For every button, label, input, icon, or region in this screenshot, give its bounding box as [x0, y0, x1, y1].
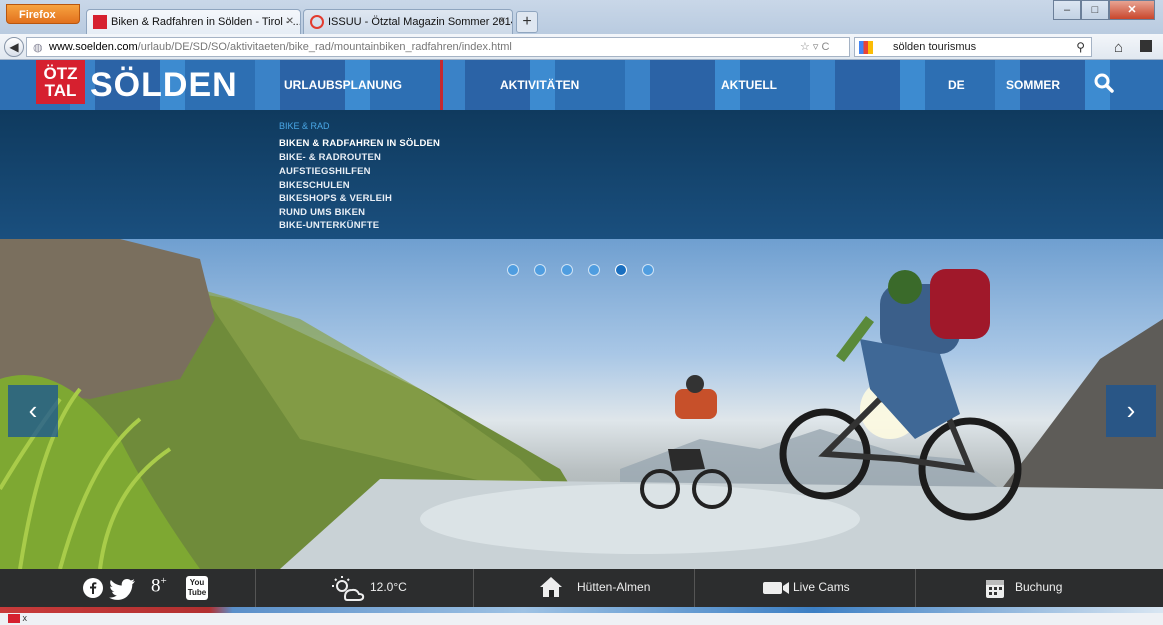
separator: [473, 569, 474, 607]
youtube-icon-text: You: [189, 578, 205, 587]
slider-prev-button[interactable]: ‹: [8, 385, 58, 437]
tab-title: ISSUU - Ötztal Magazin Sommer 2014...: [328, 16, 513, 28]
oetztal-logo[interactable]: ÖTZ TAL: [36, 60, 85, 104]
soelden-wordmark[interactable]: SÖLDEN: [90, 66, 238, 105]
dropdown-section-title[interactable]: BIKE & RAD: [279, 121, 330, 131]
hero-slider: ‹ ›: [0, 239, 1163, 569]
tab-biken-soelden[interactable]: Biken & Radfahren in Sölden - Tirol - ..…: [86, 9, 301, 34]
separator: [915, 569, 916, 607]
slider-next-button[interactable]: ›: [1106, 385, 1156, 437]
twitter-icon[interactable]: [107, 578, 137, 600]
slide-dot[interactable]: [534, 264, 546, 276]
globe-icon: ◍: [33, 42, 43, 54]
slide-dot[interactable]: [507, 264, 519, 276]
nav-aktuell[interactable]: AKTUELL: [721, 78, 777, 92]
booking-link[interactable]: Buchung: [1015, 580, 1062, 594]
language-switch[interactable]: DE: [948, 78, 965, 92]
slider-pagination: [507, 264, 669, 276]
search-icon[interactable]: ⚲: [1076, 40, 1085, 54]
bookmarks-icon[interactable]: [1140, 40, 1152, 52]
info-bar: 8+ You Tube 12.0°C Hütten-Almen Live Cam…: [0, 569, 1163, 607]
firefox-menu-button[interactable]: Firefox: [6, 4, 80, 24]
slide-dot-active[interactable]: [615, 264, 627, 276]
soelden-favicon-icon: [93, 15, 107, 29]
addon-bar-icon[interactable]: [8, 614, 20, 624]
youtube-icon[interactable]: You Tube: [186, 576, 208, 600]
nav-active-divider: [440, 60, 443, 110]
search-icon[interactable]: [1094, 73, 1114, 93]
addon-bar-close[interactable]: x: [23, 613, 28, 623]
new-tab-button[interactable]: +: [516, 11, 538, 33]
minimize-button[interactable]: –: [1053, 0, 1081, 20]
search-value: sölden tourismus: [893, 41, 977, 53]
dropdown-item-unterkuenfte[interactable]: BIKE-UNTERKÜNFTE: [279, 220, 379, 231]
season-switch[interactable]: SOMMER: [1006, 78, 1060, 92]
slide-dot[interactable]: [588, 264, 600, 276]
separator: [694, 569, 695, 607]
youtube-icon-text: Tube: [187, 588, 207, 597]
dropdown-item-radrouten[interactable]: BIKE- & RADROUTEN: [279, 152, 381, 163]
logo-line-1: ÖTZ: [43, 64, 78, 83]
weather-temperature: 12.0°C: [370, 580, 407, 594]
nav-urlaubsplanung[interactable]: URLAUBSPLANUNG: [284, 78, 402, 92]
video-camera-icon[interactable]: [762, 580, 790, 596]
maximize-button[interactable]: □: [1081, 0, 1109, 20]
google-plus-icon[interactable]: 8+: [151, 575, 167, 597]
dropdown-item-aufstiegshilfen[interactable]: AUFSTIEGSHILFEN: [279, 166, 371, 177]
weather-sun-rain-icon[interactable]: [331, 575, 365, 603]
calendar-icon[interactable]: [985, 577, 1005, 599]
browser-titlebar: Firefox Biken & Radfahren in Sölden - Ti…: [0, 0, 1163, 34]
close-button[interactable]: ✕: [1109, 0, 1155, 20]
dropdown-item-rund-ums-biken[interactable]: RUND UMS BIKEN: [279, 207, 365, 218]
dropdown-item-biken-radfahren[interactable]: BIKEN & RADFAHREN IN SÖLDEN: [279, 138, 440, 149]
facebook-icon[interactable]: [83, 578, 103, 598]
tab-issuu[interactable]: ISSUU - Ötztal Magazin Sommer 2014... ✕: [303, 9, 513, 34]
hero-image-mountain-bikers: [0, 239, 1163, 569]
tab-title: Biken & Radfahren in Sölden - Tirol - ..…: [111, 16, 301, 28]
browser-navbar: ◀ ◍ www.soelden.com/urlaub/DE/SD/SO/akti…: [0, 34, 1163, 60]
activities-dropdown: BIKE & RAD BIKEN & RADFAHREN IN SÖLDEN B…: [0, 110, 1163, 239]
window-controls: – □ ✕: [1053, 0, 1155, 20]
separator: [255, 569, 256, 607]
issuu-favicon-icon: [310, 15, 324, 29]
url-path: /urlaub/DE/SD/SO/aktivitaeten/bike_rad/m…: [137, 41, 512, 53]
tab-close-icon[interactable]: ✕: [498, 16, 506, 27]
dropdown-item-bikeschulen[interactable]: BIKESCHULEN: [279, 180, 350, 191]
site-header: ÖTZ TAL SÖLDEN URLAUBSPLANUNG AKTIVITÄTE…: [0, 60, 1163, 110]
nav-aktivitaeten[interactable]: AKTIVITÄTEN: [500, 78, 579, 92]
logo-line-2: TAL: [44, 81, 77, 100]
browser-statusbar: x: [0, 613, 1163, 625]
search-input[interactable]: sölden tourismus ⚲: [854, 37, 1092, 57]
tab-close-icon[interactable]: ✕: [286, 16, 294, 27]
address-bar[interactable]: ◍ www.soelden.com/urlaub/DE/SD/SO/aktivi…: [26, 37, 850, 57]
url-action-icons[interactable]: ☆ ▿ C: [800, 40, 829, 53]
google-logo-icon: [859, 41, 873, 54]
url-host: www.soelden.com: [49, 41, 138, 53]
huts-link[interactable]: Hütten-Almen: [577, 580, 650, 594]
slide-dot[interactable]: [561, 264, 573, 276]
back-arrow-icon[interactable]: ◀: [4, 37, 24, 57]
live-cams-link[interactable]: Live Cams: [793, 580, 850, 594]
dropdown-item-bikeshops[interactable]: BIKESHOPS & VERLEIH: [279, 193, 392, 204]
slide-dot[interactable]: [642, 264, 654, 276]
home-icon[interactable]: ⌂: [1114, 39, 1123, 56]
hut-icon[interactable]: [539, 576, 563, 598]
